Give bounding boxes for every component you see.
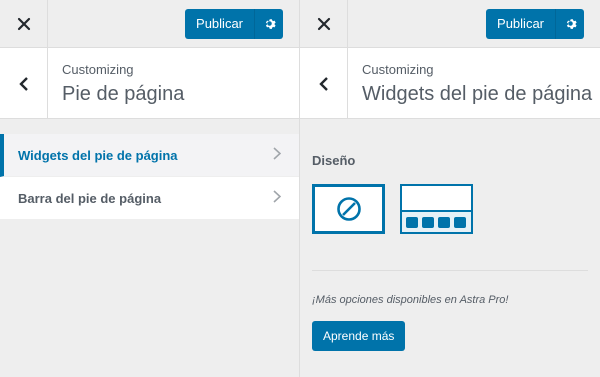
layout-options: [312, 184, 588, 234]
list-item-footer-widgets[interactable]: Widgets del pie de página: [0, 134, 299, 177]
publish-settings-button[interactable]: [555, 8, 584, 39]
gear-icon: [265, 19, 276, 29]
section-header: Customizing Pie de página: [0, 48, 299, 119]
gear-icon: [566, 19, 577, 29]
back-button[interactable]: [300, 48, 348, 119]
chevron-right-icon: [273, 147, 282, 163]
section-header: Customizing Widgets del pie de página: [300, 48, 600, 119]
list-item-footer-bar[interactable]: Barra del pie de página: [0, 177, 299, 220]
four-columns-icon: [400, 184, 473, 234]
customizing-label: Customizing: [62, 62, 134, 77]
list-item-label: Barra del pie de página: [18, 190, 162, 206]
promo-text: ¡Más opciones disponibles en Astra Pro!: [312, 294, 509, 306]
customizer-panel-left: Publicar Customizing Pie de página Widge…: [0, 0, 300, 377]
disabled-icon: [336, 197, 361, 221]
top-bar: Publicar: [300, 0, 600, 48]
section-list: Widgets del pie de página Barra del pie …: [0, 134, 299, 220]
header-text: Customizing Widgets del pie de página: [348, 48, 592, 118]
page-title: Pie de página: [62, 83, 185, 105]
publish-settings-button[interactable]: [254, 8, 283, 39]
top-bar: Publicar: [0, 0, 299, 48]
divider: [312, 270, 588, 271]
learn-more-button[interactable]: Aprende más: [312, 321, 406, 351]
customizing-label: Customizing: [362, 62, 434, 77]
header-text: Customizing Pie de página: [48, 48, 184, 118]
publish-group: Publicar: [486, 8, 584, 39]
chevron-left-icon: [318, 76, 328, 91]
close-button[interactable]: [0, 0, 48, 48]
close-icon: [17, 17, 30, 30]
publish-button[interactable]: Publicar: [185, 8, 254, 39]
page-title: Widgets del pie de página: [362, 83, 593, 105]
back-button[interactable]: [0, 48, 48, 119]
list-item-label: Widgets del pie de página: [18, 147, 178, 163]
section-content: Diseño ¡Más opciones disponibles en Astr…: [300, 153, 600, 351]
layout-option-four-columns[interactable]: [400, 184, 473, 234]
chevron-left-icon: [18, 76, 28, 91]
design-label: Diseño: [312, 153, 356, 168]
publish-group: Publicar: [185, 8, 283, 39]
chevron-right-icon: [273, 190, 282, 206]
customizer-panel-right: Publicar Customizing Widgets del pie de …: [300, 0, 600, 377]
layout-option-disabled[interactable]: [312, 184, 385, 234]
close-button[interactable]: [300, 0, 348, 48]
publish-button[interactable]: Publicar: [486, 8, 555, 39]
close-icon: [317, 17, 330, 30]
